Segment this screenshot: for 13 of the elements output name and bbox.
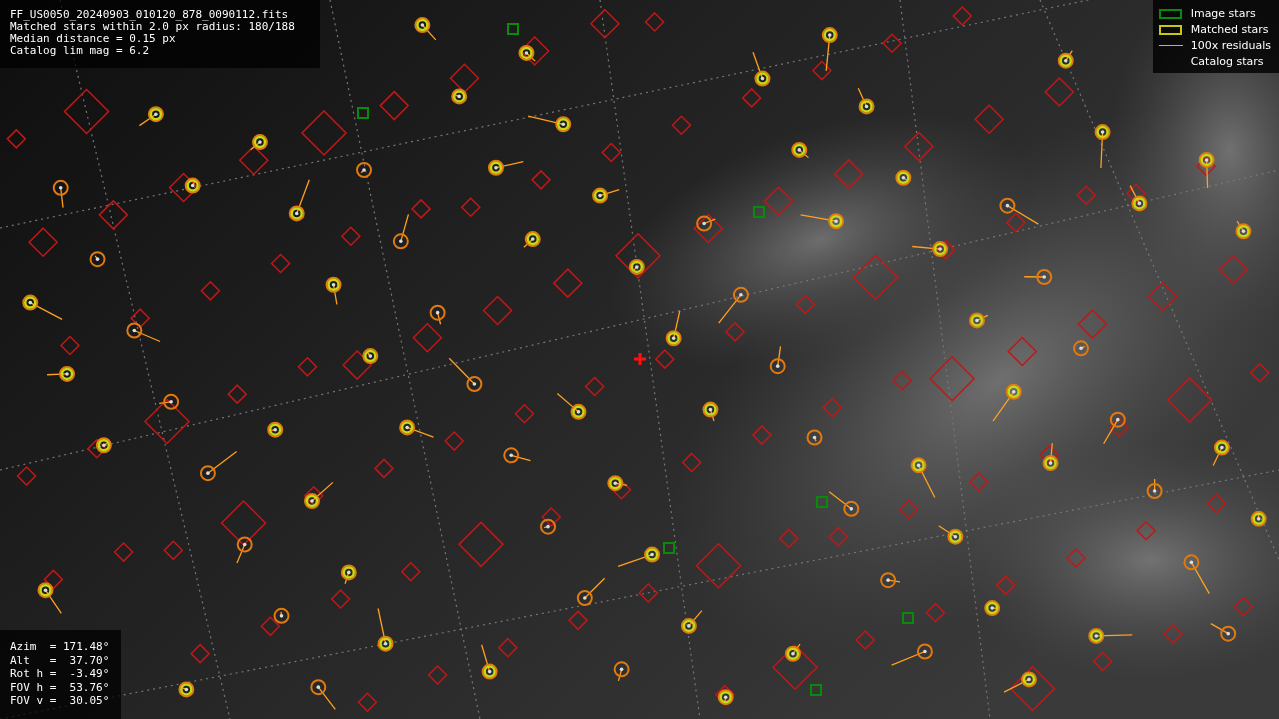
pointing-line: FOV h = 53.76° xyxy=(10,680,110,694)
info-line: FF_US0050_20240903_010120_878_0090112.fits xyxy=(10,9,290,21)
legend-label: 100x residuals xyxy=(1190,39,1271,52)
info-line: Median distance = 0.15 px xyxy=(10,33,177,45)
pointing-line: Azim = 171.48° xyxy=(10,640,110,654)
legend-label: Matched stars xyxy=(1190,23,1269,36)
pointing-line: Alt = 37.70° xyxy=(10,653,110,667)
pointing-line: FOV v = 30.05° xyxy=(10,694,110,708)
info-line: Matched stars within 2.0 px radius: 180/188 xyxy=(10,21,296,33)
pointing-line: Rot h = -3.49° xyxy=(10,667,110,681)
info-line: Catalog lim mag = 6.2 xyxy=(10,45,151,57)
legend-label: Catalog stars xyxy=(1190,55,1264,68)
legend-label: Image stars xyxy=(1190,7,1256,20)
